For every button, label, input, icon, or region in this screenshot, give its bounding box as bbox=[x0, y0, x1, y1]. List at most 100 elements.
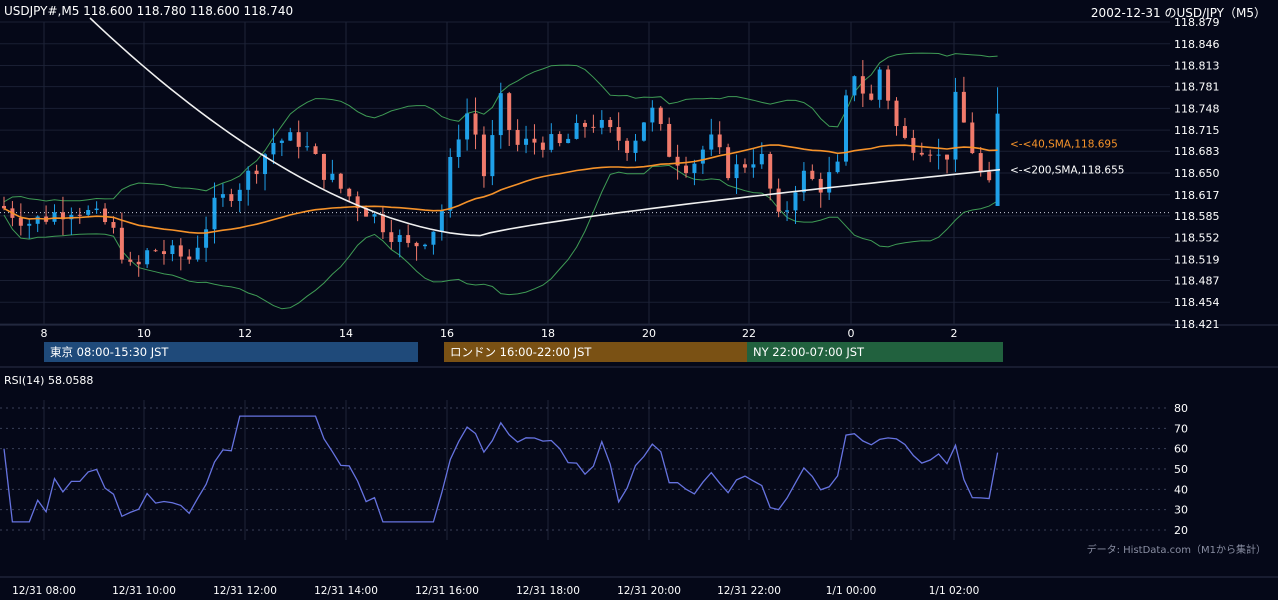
candle-body bbox=[161, 251, 166, 255]
candle-body bbox=[532, 138, 537, 143]
candle-body bbox=[549, 134, 554, 150]
candle bbox=[279, 138, 284, 157]
candle bbox=[995, 87, 1000, 206]
candle-body bbox=[145, 250, 150, 265]
candle bbox=[111, 216, 116, 234]
candle-body bbox=[473, 113, 478, 135]
candle bbox=[187, 249, 192, 264]
price-tick-label: 118.650 bbox=[1174, 167, 1220, 180]
candle-body bbox=[406, 235, 411, 243]
candle bbox=[616, 112, 621, 151]
candle bbox=[254, 164, 259, 184]
candle-body bbox=[338, 173, 343, 189]
candle bbox=[726, 143, 731, 181]
candle bbox=[204, 216, 209, 262]
candle-body bbox=[52, 212, 57, 222]
candle bbox=[27, 219, 32, 239]
candle-body bbox=[119, 227, 124, 260]
candle bbox=[540, 136, 545, 158]
candle bbox=[313, 143, 318, 155]
candle-body bbox=[397, 235, 402, 242]
candle bbox=[237, 183, 242, 213]
candle-body bbox=[456, 139, 461, 158]
price-tick-label: 118.748 bbox=[1174, 102, 1220, 115]
candle bbox=[860, 60, 865, 107]
candle-body bbox=[279, 140, 284, 143]
time-tick-label: 18 bbox=[541, 327, 555, 340]
candle-body bbox=[599, 119, 604, 128]
candle-body bbox=[616, 127, 621, 141]
candle bbox=[2, 196, 6, 211]
candle bbox=[582, 119, 587, 138]
candle-body bbox=[540, 142, 545, 150]
rsi-time-tick-label: 12/31 14:00 bbox=[314, 585, 378, 597]
candle-body bbox=[945, 154, 950, 160]
candle-body bbox=[776, 188, 781, 212]
chart-window: 118.879 118.846 118.813 118.781 118.748 118.7… bbox=[0, 0, 1278, 600]
rsi-tick-label: 50 bbox=[1174, 463, 1188, 476]
candle-body bbox=[86, 210, 91, 215]
candle-body bbox=[641, 122, 646, 141]
candle bbox=[886, 65, 891, 110]
candle-body bbox=[136, 261, 141, 265]
candle bbox=[877, 66, 882, 108]
candle bbox=[170, 240, 175, 262]
candle-body bbox=[978, 153, 983, 172]
candle bbox=[246, 166, 251, 206]
candle-body bbox=[439, 210, 444, 232]
candle-body bbox=[886, 69, 891, 101]
sma200-value-label: <-<200,SMA,118.655 bbox=[1010, 165, 1124, 177]
candle-body bbox=[566, 138, 571, 144]
candle bbox=[987, 161, 992, 183]
candle-body bbox=[246, 170, 251, 190]
candle bbox=[515, 119, 520, 152]
candle-body bbox=[187, 256, 192, 260]
candle bbox=[389, 219, 394, 250]
candle bbox=[945, 154, 950, 174]
candle-body bbox=[582, 122, 587, 127]
candle-body bbox=[726, 147, 731, 179]
candle-body bbox=[810, 170, 815, 179]
candle bbox=[667, 117, 672, 158]
candle bbox=[347, 187, 352, 203]
candle-body bbox=[313, 146, 318, 154]
candle bbox=[431, 231, 436, 255]
candle-body bbox=[271, 142, 276, 155]
candle bbox=[321, 153, 326, 189]
sma40-value-label: <-<40,SMA,118.695 bbox=[1010, 138, 1118, 150]
candle bbox=[212, 182, 217, 244]
candle bbox=[296, 120, 301, 159]
candle bbox=[776, 178, 781, 218]
candle bbox=[810, 164, 815, 181]
rsi-tick-label: 40 bbox=[1174, 483, 1188, 496]
candle-body bbox=[675, 156, 680, 166]
candle bbox=[507, 91, 512, 146]
candle-body bbox=[860, 76, 865, 94]
candle-body bbox=[759, 154, 764, 165]
candle bbox=[557, 131, 562, 147]
price-chart[interactable]: 118.879118.846118.813118.781118.748118.7… bbox=[0, 0, 1278, 600]
candle-body bbox=[128, 259, 133, 262]
candle-body bbox=[574, 122, 579, 139]
candle bbox=[658, 105, 663, 131]
candle-body bbox=[667, 123, 672, 157]
price-tick-label: 118.421 bbox=[1174, 318, 1220, 331]
rsi-time-tick-label: 12/31 18:00 bbox=[516, 585, 580, 597]
bollinger-lower-band bbox=[3, 164, 998, 310]
rsi-line bbox=[3, 415, 999, 523]
candle bbox=[397, 229, 402, 258]
candle-body bbox=[220, 194, 225, 198]
time-tick-label: 14 bbox=[339, 327, 353, 340]
candle-body bbox=[827, 172, 832, 193]
candle-body bbox=[296, 132, 301, 147]
candle-body bbox=[465, 113, 470, 140]
candle bbox=[742, 158, 747, 173]
candle-body bbox=[27, 223, 32, 226]
candle bbox=[330, 159, 335, 183]
candle bbox=[919, 142, 924, 157]
candle-body bbox=[700, 149, 705, 164]
candle bbox=[566, 133, 571, 144]
rsi-time-tick-label: 1/1 00:00 bbox=[826, 585, 877, 597]
candle bbox=[574, 114, 579, 140]
candle-body bbox=[448, 157, 453, 211]
